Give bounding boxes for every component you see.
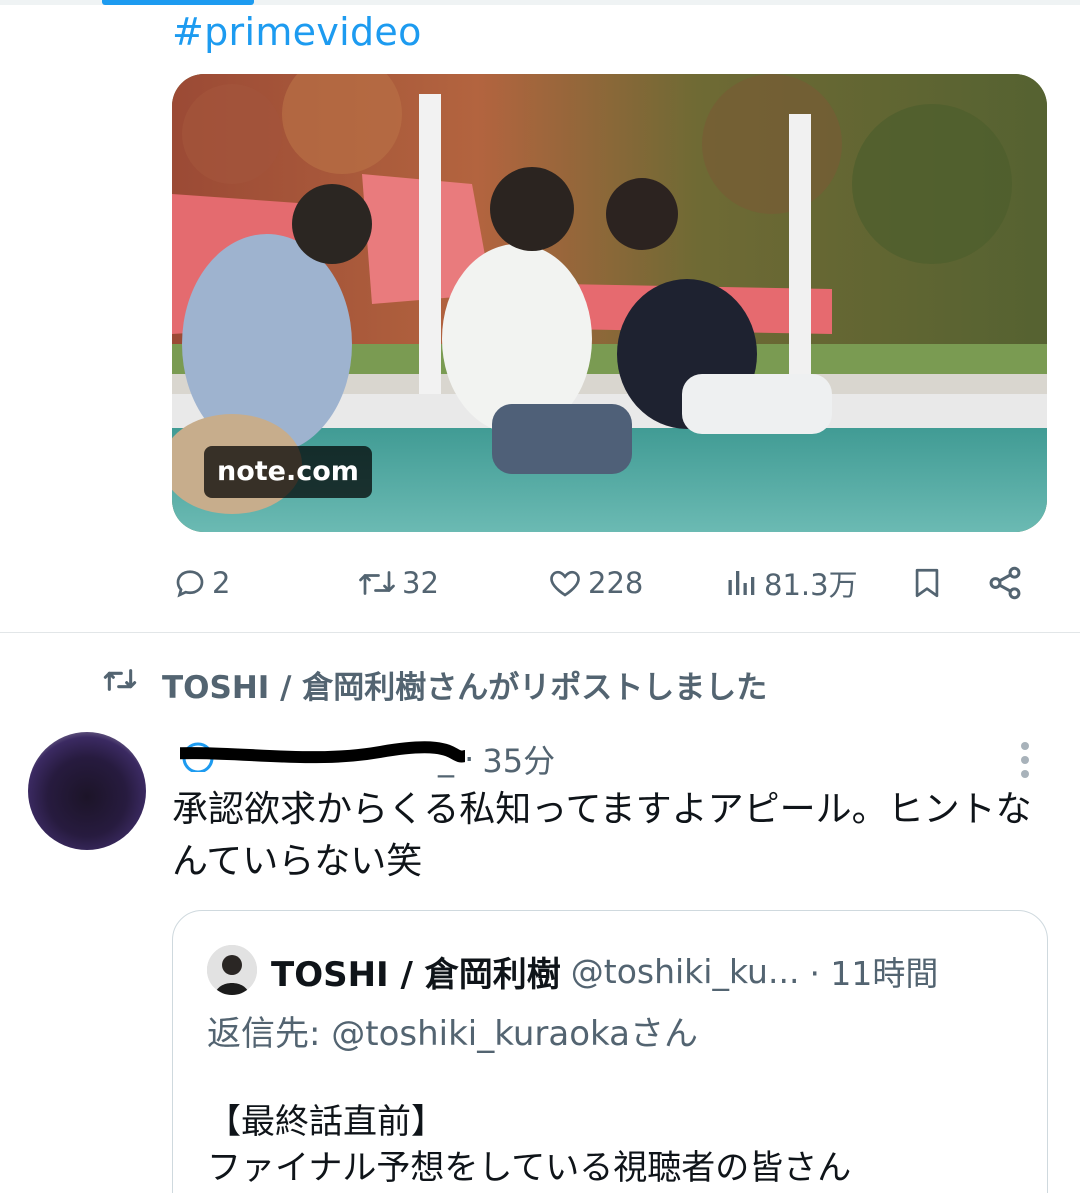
reply-button[interactable]: 2 — [172, 555, 230, 611]
reply-icon — [172, 565, 208, 601]
tweet-action-bar: 2 32 228 81.3万 — [172, 555, 1042, 611]
repost-button[interactable]: 32 — [356, 555, 439, 611]
quoted-tweet-card[interactable]: TOSHI / 倉岡利樹 @toshiki_ku... · 11時間 返信先: … — [172, 910, 1048, 1193]
repost-icon — [356, 565, 398, 601]
reply-count: 2 — [212, 566, 231, 600]
tweet-divider — [0, 632, 1080, 633]
views-count: 81.3万 — [764, 568, 858, 602]
hashtag-link[interactable]: #primevideo — [172, 8, 422, 56]
redacted-author-name — [180, 741, 465, 772]
quoted-tweet-header: TOSHI / 倉岡利樹 @toshiki_ku... · 11時間 — [271, 945, 938, 997]
share-icon — [986, 564, 1024, 602]
like-button[interactable]: 228 — [546, 555, 643, 611]
quoted-tweet-time: · 11時間 — [809, 954, 939, 993]
quoted-text-line: ファイナル予想をしている視聴者の皆さん — [207, 1148, 852, 1188]
top-tab-strip — [0, 0, 1080, 5]
link-source-badge: note.com — [204, 446, 372, 498]
reply-to-line: 返信先: @toshiki_kuraokaさん — [207, 1014, 698, 1054]
repost-notice-text: TOSHI / 倉岡利樹さんがリポストしました — [162, 669, 768, 706]
bookmark-button[interactable] — [910, 555, 944, 611]
quoted-author-name: TOSHI / 倉岡利樹 — [271, 954, 561, 995]
share-button[interactable] — [986, 555, 1024, 611]
heart-icon — [546, 565, 584, 601]
tweet-meta: _ · 35分 — [438, 736, 555, 782]
active-tab-indicator — [102, 0, 254, 5]
quoted-author-handle: @toshiki_ku... — [570, 951, 800, 991]
author-avatar[interactable] — [28, 732, 146, 850]
repost-count: 32 — [402, 566, 439, 600]
bookmark-icon — [910, 564, 944, 602]
author-handle-tail[interactable]: _ · — [438, 740, 474, 778]
tweet-text: 承認欲求からくる私知ってますよアピール。ヒントなんていらない笑 — [172, 789, 1032, 882]
bar-chart-icon — [724, 565, 760, 601]
tweet-time[interactable]: 35分 — [482, 736, 555, 782]
quoted-tweet-text: 【最終話直前】 ファイナル予想をしている視聴者の皆さん — [207, 1099, 1027, 1191]
like-count: 228 — [588, 566, 644, 600]
quoted-author-avatar — [207, 945, 257, 995]
link-card-image[interactable]: note.com — [172, 74, 1047, 532]
repost-small-icon — [100, 664, 140, 704]
timeline: #primevideo note.com 2 32 228 81.3万 TOSH… — [0, 0, 1080, 1193]
quoted-text-line: 【最終話直前】 — [207, 1102, 445, 1142]
repost-notice[interactable]: TOSHI / 倉岡利樹さんがリポストしました — [100, 660, 767, 708]
views-button[interactable]: 81.3万 — [724, 555, 858, 611]
more-options-icon[interactable] — [1010, 740, 1040, 784]
